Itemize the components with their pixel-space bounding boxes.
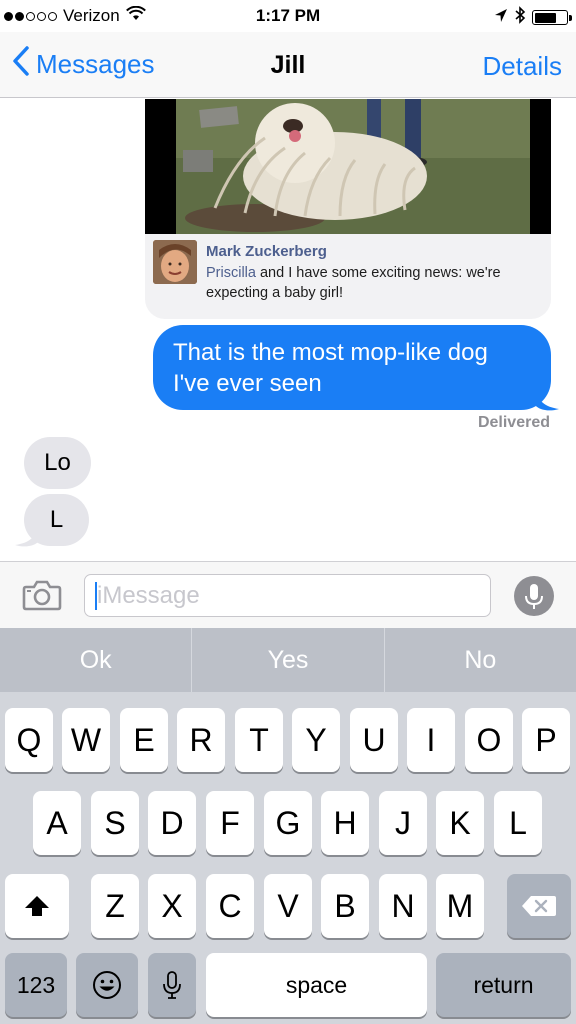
emoji-icon bbox=[93, 971, 121, 999]
keyboard: Ok Yes No Q W E R T Y U I O P A S D F G … bbox=[0, 628, 576, 1024]
key-letter[interactable]: J bbox=[379, 791, 427, 855]
status-right bbox=[494, 6, 572, 29]
key-letter[interactable]: H bbox=[321, 791, 369, 855]
microphone-icon bbox=[163, 971, 181, 999]
key-letter[interactable]: S bbox=[91, 791, 139, 855]
key-letter[interactable]: F bbox=[206, 791, 254, 855]
key-letter[interactable]: A bbox=[33, 791, 81, 855]
location-arrow-icon bbox=[494, 8, 508, 28]
key-letter[interactable]: N bbox=[379, 874, 427, 938]
shift-key[interactable] bbox=[5, 874, 69, 938]
outgoing-bubble-tail bbox=[535, 387, 559, 411]
message-input[interactable] bbox=[84, 574, 491, 617]
mention-link[interactable]: Priscilla bbox=[206, 265, 256, 281]
shift-arrow-icon bbox=[25, 896, 49, 916]
key-letter[interactable]: I bbox=[407, 708, 455, 772]
key-letter[interactable]: R bbox=[177, 708, 225, 772]
key-letter[interactable]: Q bbox=[5, 708, 53, 772]
numbers-key[interactable]: 123 bbox=[5, 953, 67, 1017]
navigation-bar: Messages Jill Details bbox=[0, 32, 576, 98]
key-letter[interactable]: G bbox=[264, 791, 312, 855]
dictation-key[interactable] bbox=[148, 953, 196, 1017]
backspace-icon bbox=[522, 896, 556, 916]
quicktype-suggestions: Ok Yes No bbox=[0, 628, 576, 692]
battery-icon bbox=[532, 10, 572, 25]
delivery-status: Delivered bbox=[477, 414, 550, 431]
key-letter[interactable]: W bbox=[62, 708, 110, 772]
link-preview-card[interactable]: Mark Zuckerberg Priscilla and I have som… bbox=[145, 99, 551, 319]
suggestion-item[interactable]: Ok bbox=[0, 628, 193, 692]
key-letter[interactable]: T bbox=[235, 708, 283, 772]
incoming-bubble-tail bbox=[15, 523, 39, 547]
key-letter[interactable]: B bbox=[321, 874, 369, 938]
status-bar: Verizon 1:17 PM bbox=[0, 0, 576, 32]
message-input-bar bbox=[0, 561, 576, 628]
camera-button[interactable] bbox=[22, 579, 62, 611]
camera-icon bbox=[22, 580, 62, 611]
suggestion-item[interactable]: Yes bbox=[192, 628, 385, 692]
text-cursor bbox=[95, 582, 97, 610]
status-time: 1:17 PM bbox=[255, 6, 321, 25]
incoming-message-bubble[interactable]: Lo bbox=[24, 437, 91, 489]
key-letter[interactable]: Z bbox=[91, 874, 139, 938]
space-key[interactable]: space bbox=[206, 953, 427, 1017]
key-letter[interactable]: K bbox=[436, 791, 484, 855]
link-preview-details: Mark Zuckerberg Priscilla and I have som… bbox=[153, 240, 539, 310]
dictation-button[interactable] bbox=[514, 576, 554, 616]
link-preview-image bbox=[145, 99, 551, 234]
key-letter[interactable]: P bbox=[522, 708, 570, 772]
author-avatar bbox=[153, 240, 197, 284]
battery-fill bbox=[534, 12, 557, 23]
key-letter[interactable]: V bbox=[264, 874, 312, 938]
outgoing-message-bubble[interactable]: That is the most mop-like dog I've ever … bbox=[153, 325, 551, 410]
key-letter[interactable]: X bbox=[148, 874, 196, 938]
key-letter[interactable]: Y bbox=[292, 708, 340, 772]
key-letter[interactable]: M bbox=[436, 874, 484, 938]
bluetooth-icon bbox=[514, 6, 526, 29]
delete-key[interactable] bbox=[507, 874, 571, 938]
key-letter[interactable]: D bbox=[148, 791, 196, 855]
key-letter[interactable]: C bbox=[206, 874, 254, 938]
microphone-icon bbox=[525, 584, 543, 609]
emoji-key[interactable] bbox=[76, 953, 138, 1017]
key-letter[interactable]: L bbox=[494, 791, 542, 855]
link-preview-author[interactable]: Mark Zuckerberg bbox=[206, 243, 327, 260]
key-letter[interactable]: O bbox=[465, 708, 513, 772]
details-button[interactable]: Details bbox=[483, 51, 562, 82]
key-letter[interactable]: U bbox=[350, 708, 398, 772]
conversation-thread[interactable]: Mark Zuckerberg Priscilla and I have som… bbox=[0, 99, 576, 561]
key-letter[interactable]: E bbox=[120, 708, 168, 772]
return-key[interactable]: return bbox=[436, 953, 571, 1017]
link-preview-text: Priscilla and I have some exciting news:… bbox=[206, 263, 539, 303]
suggestion-item[interactable]: No bbox=[385, 628, 576, 692]
